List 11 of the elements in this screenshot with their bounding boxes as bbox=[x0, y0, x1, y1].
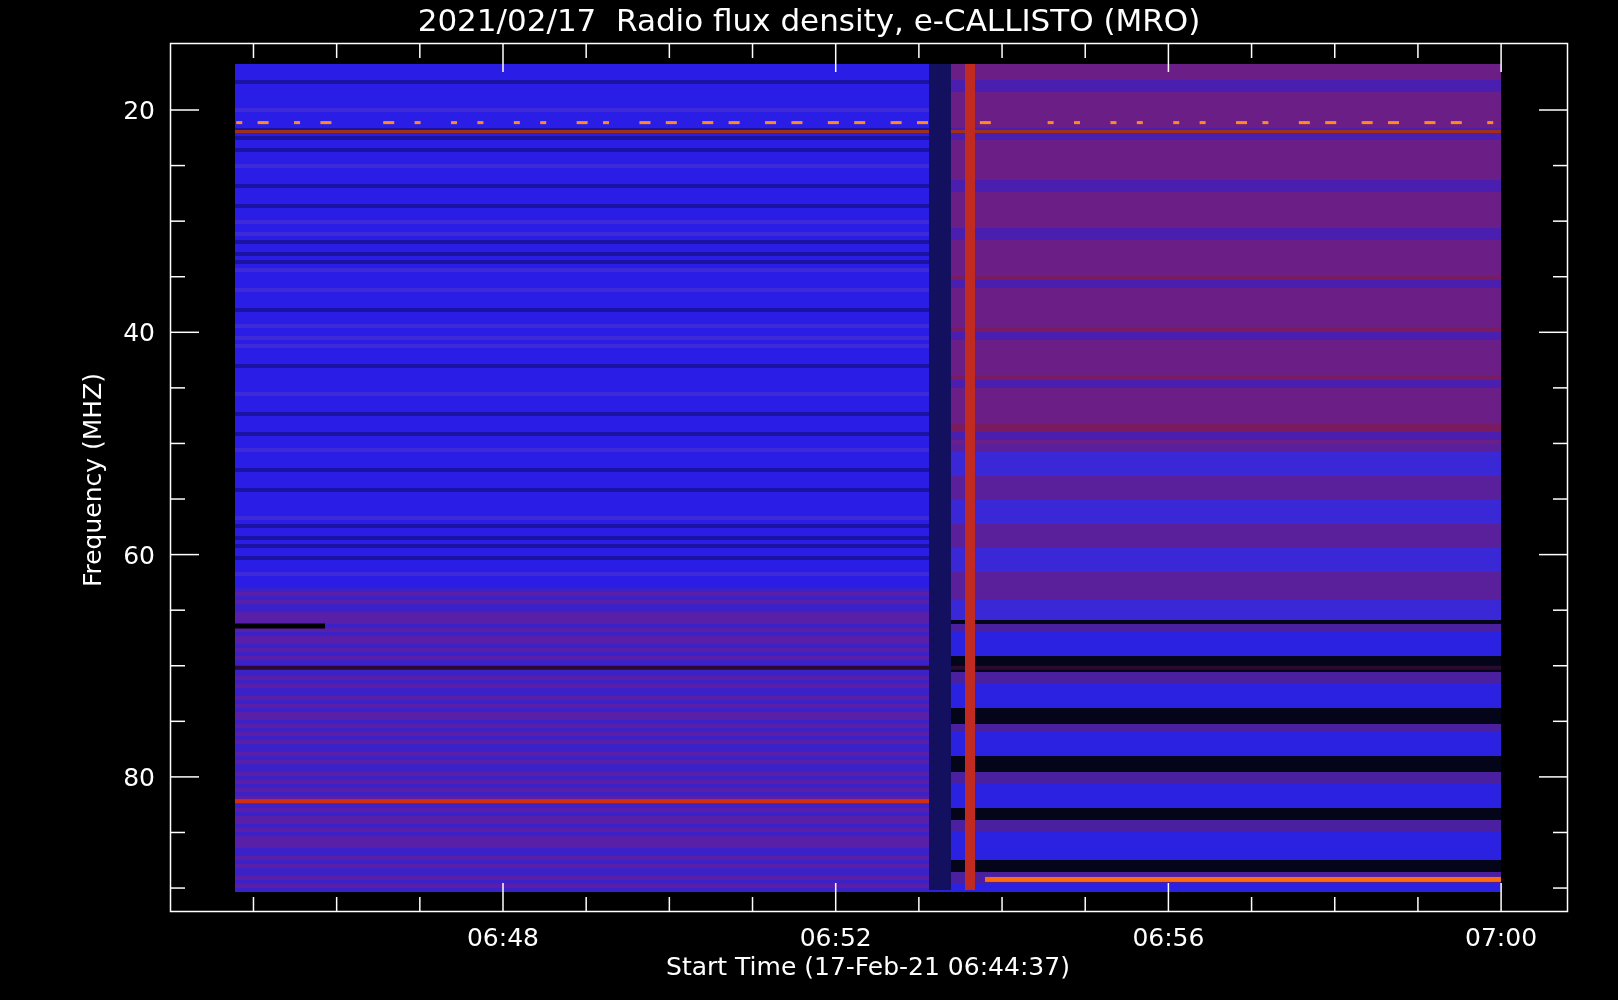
y-tick-label: 40 bbox=[123, 318, 155, 348]
x-tick-label: 06:52 bbox=[799, 923, 872, 952]
x-tick-label: 07:00 bbox=[1465, 923, 1538, 952]
x-tick-label: 06:56 bbox=[1132, 923, 1205, 952]
x-axis-label: Start Time (17-Feb-21 06:44:37) bbox=[666, 952, 1070, 981]
y-tick-label: 60 bbox=[123, 540, 155, 570]
x-tick-label: 06:48 bbox=[467, 923, 539, 952]
y-axis-label: Frequency (MHZ) bbox=[78, 372, 107, 588]
y-tick-label: 80 bbox=[123, 762, 155, 792]
chart-title: 2021/02/17 Radio flux density, e-CALLISTO (MRO) bbox=[417, 2, 1201, 38]
y-tick-label: 20 bbox=[123, 96, 155, 125]
